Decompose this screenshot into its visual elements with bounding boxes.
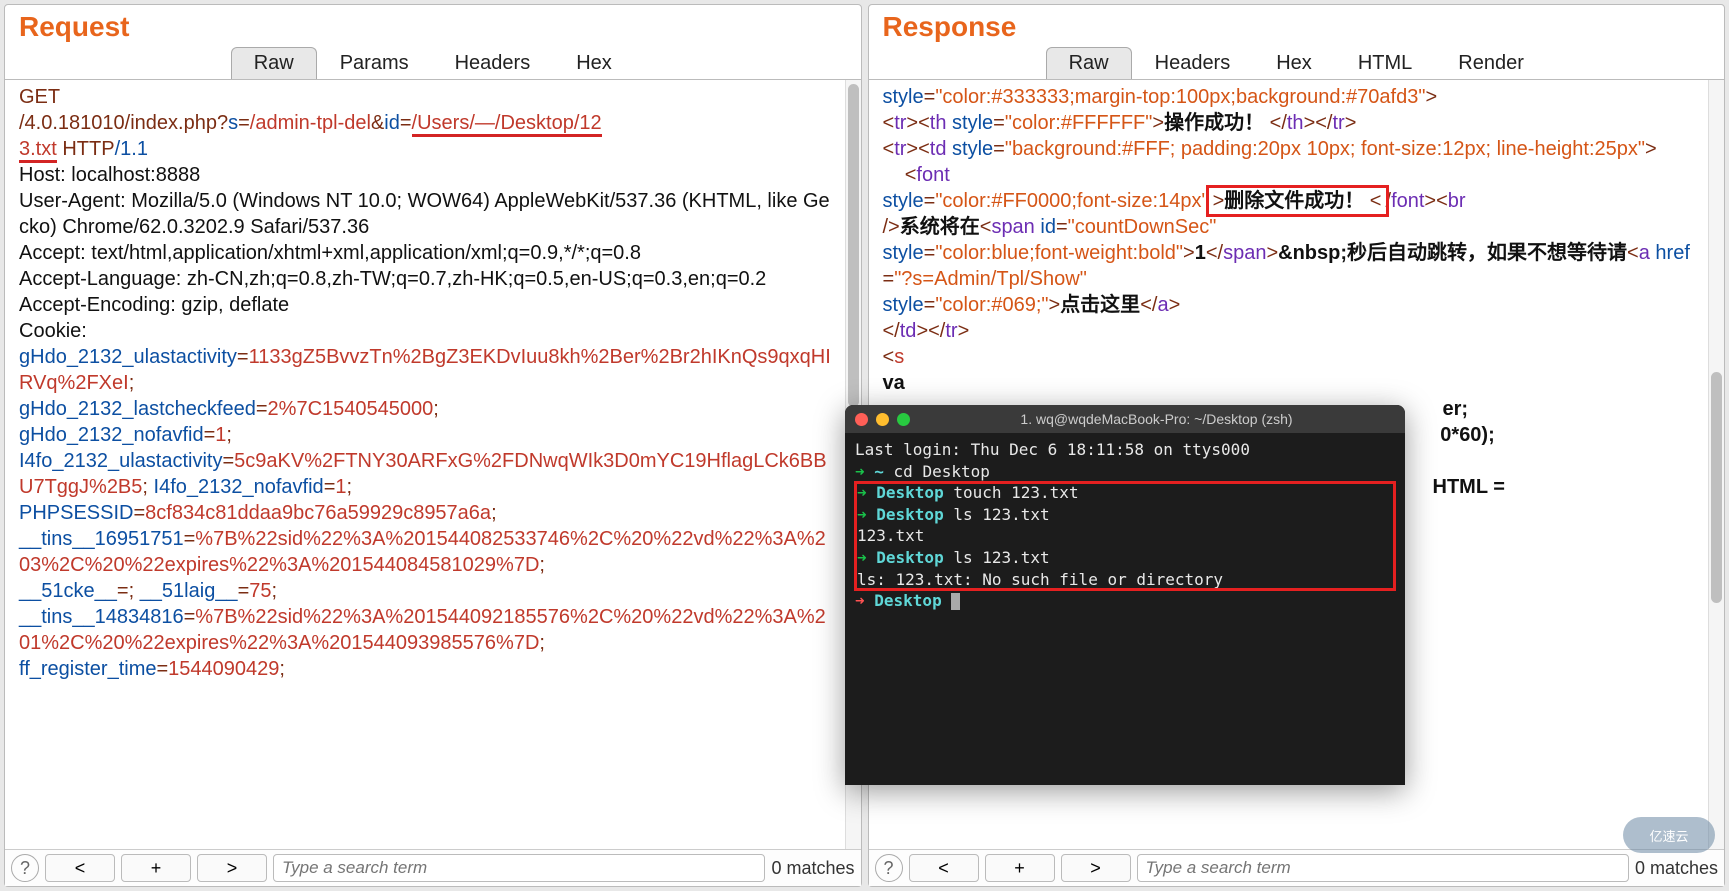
request-panel: Request Raw Params Headers Hex GET /4.0.… (4, 4, 862, 887)
tab-headers[interactable]: Headers (432, 47, 554, 79)
prompt-arrow-icon: ➜ (855, 462, 874, 481)
close-icon[interactable] (855, 413, 868, 426)
tab-render[interactable]: Render (1435, 47, 1547, 79)
accept-lang-header: Accept-Language: zh-CN,zh;q=0.8,zh-TW;q=… (19, 268, 766, 290)
cookie-line: gHdo_2132_ulastactivity=1133gZ5BvvzTn%2B… (19, 346, 831, 394)
tab-headers[interactable]: Headers (1132, 47, 1254, 79)
accept-header: Accept: text/html,application/xhtml+xml,… (19, 242, 641, 264)
terminal-line: Last login: Thu Dec 6 18:11:58 on ttys00… (855, 439, 1395, 461)
accept-enc-header: Accept-Encoding: gzip, deflate (19, 294, 289, 316)
terminal-title: 1. wq@wqdeMacBook-Pro: ~/Desktop (zsh) (918, 411, 1395, 427)
cookie-line: __51cke__=; __51laig__=75; (19, 580, 277, 602)
cookie-label: Cookie: (19, 320, 87, 342)
terminal-highlight: ➜ Desktop touch 123.txt ➜ Desktop ls 123… (855, 482, 1395, 590)
cookie-line: gHdo_2132_lastcheckfeed=2%7C1540545000; (19, 398, 439, 420)
cookie-line: gHdo_2132_nofavfid=1; (19, 424, 232, 446)
ua-header: User-Agent: Mozilla/5.0 (Windows NT 10.0… (19, 190, 830, 238)
cookie-line: PHPSESSID=8cf834c81ddaa9bc76a59929c8957a… (19, 502, 497, 524)
prompt-arrow-icon: ➜ (857, 483, 876, 502)
prompt-arrow-icon: ➜ (857, 505, 876, 524)
tab-raw[interactable]: Raw (231, 47, 317, 79)
response-footer: ? < + > 0 matches (869, 849, 1725, 886)
cookie-line: ff_register_time=1544090429; (19, 658, 285, 680)
cookie-line: __tins__14834816=%7B%22sid%22%3A%2015440… (19, 606, 826, 654)
maximize-icon[interactable] (897, 413, 910, 426)
cookie-line: __tins__16951751=%7B%22sid%22%3A%2015440… (19, 528, 826, 576)
help-button[interactable]: ? (875, 854, 903, 882)
search-input[interactable] (273, 854, 765, 882)
request-tabs: Raw Params Headers Hex (5, 45, 861, 80)
prompt-arrow-icon: ➜ (857, 548, 876, 567)
search-input[interactable] (1137, 854, 1629, 882)
tab-html[interactable]: HTML (1335, 47, 1435, 79)
terminal-titlebar[interactable]: 1. wq@wqdeMacBook-Pro: ~/Desktop (zsh) (845, 405, 1405, 433)
match-count: 0 matches (1635, 858, 1718, 879)
watermark: 亿速云 (1623, 817, 1715, 853)
request-path: /4.0.181010/index.php? (19, 112, 228, 134)
terminal-body[interactable]: Last login: Thu Dec 6 18:11:58 on ttys00… (845, 433, 1405, 618)
terminal-window[interactable]: 1. wq@wqdeMacBook-Pro: ~/Desktop (zsh) L… (845, 405, 1405, 785)
match-count: 0 matches (771, 858, 854, 879)
tab-params[interactable]: Params (317, 47, 432, 79)
prev-button[interactable]: < (909, 854, 979, 882)
prompt-arrow-icon: ➜ (855, 591, 874, 610)
tab-hex[interactable]: Hex (553, 47, 635, 79)
help-button[interactable]: ? (11, 854, 39, 882)
response-tabs: Raw Headers Hex HTML Render (869, 45, 1725, 80)
next-button[interactable]: > (1061, 854, 1131, 882)
add-button[interactable]: + (121, 854, 191, 882)
request-title: Request (5, 5, 861, 45)
http-method: GET (19, 86, 60, 108)
cookie-line: I4fo_2132_ulastactivity=5c9aKV%2FTNY30AR… (19, 450, 827, 498)
request-footer: ? < + > 0 matches (5, 849, 861, 886)
prev-button[interactable]: < (45, 854, 115, 882)
host-header: Host: localhost:8888 (19, 164, 200, 186)
delete-success-highlight: >删除文件成功！ < (1209, 188, 1386, 214)
response-scrollbar[interactable] (1708, 80, 1724, 849)
add-button[interactable]: + (985, 854, 1055, 882)
path-highlight: /Users/—/Desktop/12 (412, 112, 602, 137)
cursor-icon (951, 593, 960, 610)
request-raw-content[interactable]: GET /4.0.181010/index.php?s=/admin-tpl-d… (5, 80, 845, 849)
next-button[interactable]: > (197, 854, 267, 882)
tab-hex[interactable]: Hex (1253, 47, 1335, 79)
response-title: Response (869, 5, 1725, 45)
minimize-icon[interactable] (876, 413, 889, 426)
tab-raw[interactable]: Raw (1046, 47, 1132, 79)
